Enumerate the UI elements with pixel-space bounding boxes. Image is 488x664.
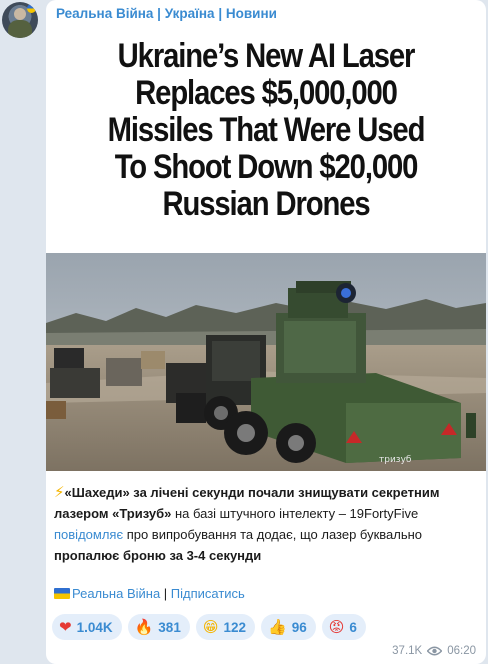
headline-line: Replaces $5,000,000 [135, 74, 398, 112]
grin-icon: 😁 [202, 617, 219, 636]
message-bubble: Реальна Війна | Україна | Новини Ukraine… [46, 0, 486, 664]
channel-signature: Реальна Війна | Підписатись [54, 586, 245, 601]
avatar-body [8, 20, 32, 38]
headline-line: Ukraine’s New AI Laser [117, 37, 416, 75]
message-meta: 37.1K 06:20 [392, 645, 476, 657]
trailer-label: тризуб [379, 455, 412, 465]
signature-channel-link[interactable]: Реальна Війна [72, 586, 160, 601]
lightning-icon: ⚡ [54, 483, 65, 501]
heart-icon: ❤ [59, 617, 72, 636]
timestamp: 06:20 [447, 645, 476, 657]
reaction-count: 122 [223, 619, 246, 635]
subscribe-link[interactable]: Підписатись [171, 586, 245, 601]
reaction-grin[interactable]: 😁 122 [195, 614, 255, 640]
reaction-count: 1.04K [76, 619, 113, 635]
view-count: 37.1K [392, 645, 423, 657]
message-caption: ⚡«Шахеди» за лічені секунди почали знищу… [54, 482, 478, 566]
reaction-count: 96 [291, 619, 307, 635]
laser-trailer-photo[interactable]: тризуб [46, 253, 486, 471]
fire-icon: 🔥 [134, 617, 154, 636]
reaction-fire[interactable]: 🔥 381 [127, 614, 190, 640]
avatar-head [14, 8, 26, 20]
eye-icon [427, 646, 443, 656]
headline-line: Missiles That Were Used [107, 111, 426, 149]
channel-name[interactable]: Реальна Війна | Україна | Новини [56, 6, 277, 21]
reaction-count: 381 [158, 619, 181, 635]
ukraine-flag-icon [54, 588, 70, 599]
headline-line: Russian Drones [162, 185, 371, 223]
reaction-heart[interactable]: ❤ 1.04K [52, 614, 122, 640]
headline-line: To Shoot Down $20,000 [114, 148, 419, 186]
ukraine-flag-icon [27, 4, 36, 13]
reactions-bar: ❤ 1.04K 🔥 381 😁 122 👍 96 😡 6 [52, 614, 366, 640]
caption-text-continued: про випробування та додає, що лазер букв… [123, 527, 423, 542]
angry-face-icon: 😡 [328, 617, 345, 636]
reaction-count: 6 [349, 619, 357, 635]
thumbs-up-icon: 👍 [268, 617, 287, 636]
headline: Ukraine’s New AI Laser Replaces $5,000,0… [77, 38, 455, 223]
reaction-thumbs-up[interactable]: 👍 96 [261, 614, 316, 640]
source-link[interactable]: повідомляє [54, 527, 123, 542]
channel-avatar[interactable] [2, 2, 38, 38]
caption-bold-outro: пропалює броню за 3-4 секунди [54, 548, 262, 563]
reaction-angry[interactable]: 😡 6 [321, 614, 366, 640]
signature-separator: | [160, 586, 171, 601]
photo-illustration [46, 253, 486, 471]
caption-text: на базі штучного інтелекту – 19FortyFive [171, 506, 419, 521]
